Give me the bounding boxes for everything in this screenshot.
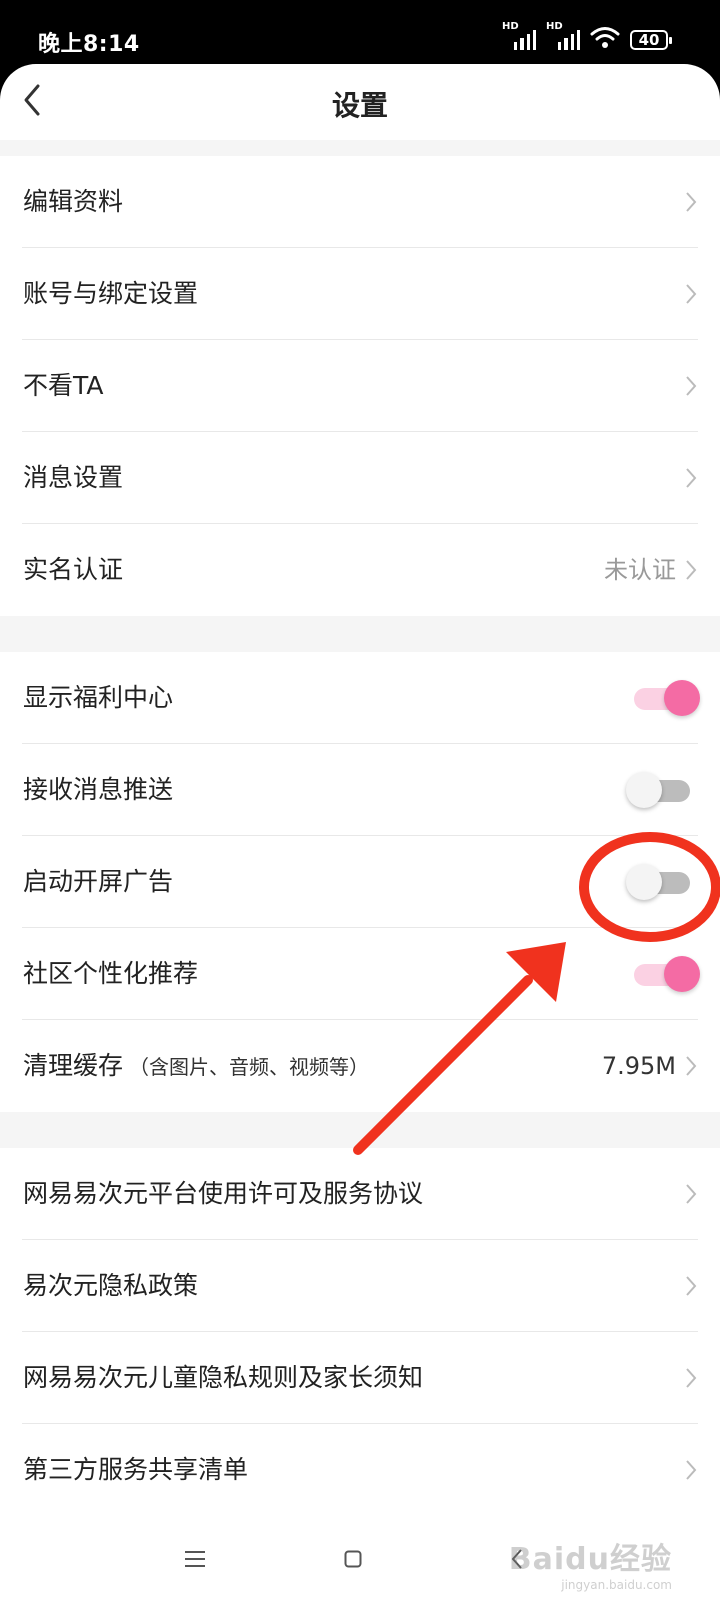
header: 设置 <box>0 64 720 140</box>
row-push-notifications: 接收消息推送 <box>0 744 720 836</box>
row-label: 编辑资料 <box>23 187 124 216</box>
push-notifications-toggle[interactable] <box>626 772 692 808</box>
row-splash-ads: 启动开屏广告 <box>0 836 720 928</box>
status-time: 晚上8:14 <box>38 32 140 57</box>
section-gap <box>0 1112 720 1148</box>
row-label: 不看TA <box>23 371 104 400</box>
signal-icon: HD <box>502 21 536 50</box>
system-nav-bar: Baidu经验 jingyan.baidu.com <box>0 1516 720 1600</box>
signal-icon-2: HD <box>546 21 580 50</box>
chevron-right-icon <box>686 1460 697 1480</box>
row-welfare-center: 显示福利中心 <box>0 652 720 744</box>
section-preferences: 显示福利中心 接收消息推送 启动开屏广告 社区个性化推荐 清理缓存 （含图片、音频… <box>0 652 720 1112</box>
row-label: 易次元隐私政策 <box>23 1271 199 1300</box>
row-label: 账号与绑定设置 <box>23 279 199 308</box>
welfare-center-toggle[interactable] <box>634 680 700 716</box>
row-block-user[interactable]: 不看TA <box>0 340 720 432</box>
chevron-right-icon <box>686 560 697 580</box>
chevron-right-icon <box>686 376 697 396</box>
cache-size: 7.95M <box>601 1052 676 1080</box>
watermark-url: jingyan.baidu.com <box>561 1578 672 1592</box>
row-personalized-recommendation: 社区个性化推荐 <box>0 928 720 1020</box>
section-account: 编辑资料 账号与绑定设置 不看TA 消息设置 实名认证 未认证 <box>0 156 720 616</box>
section-gap <box>0 616 720 652</box>
baidu-watermark: Baidu经验 jingyan.baidu.com <box>509 1534 672 1592</box>
row-label: 消息设置 <box>23 463 124 492</box>
row-label: 社区个性化推荐 <box>23 959 199 988</box>
chevron-right-icon <box>686 1184 697 1204</box>
verification-status: 未认证 <box>604 556 676 584</box>
row-privacy-policy[interactable]: 易次元隐私政策 <box>0 1240 720 1332</box>
row-label: 清理缓存 （含图片、音频、视频等） <box>23 1051 370 1080</box>
row-clear-cache[interactable]: 清理缓存 （含图片、音频、视频等） 7.95M <box>0 1020 720 1112</box>
section-gap <box>0 140 720 156</box>
row-sublabel: （含图片、音频、视频等） <box>129 1055 370 1079</box>
row-label: 第三方服务共享清单 <box>23 1455 249 1484</box>
personalized-recommendation-toggle[interactable] <box>634 956 700 992</box>
row-real-name[interactable]: 实名认证 未认证 <box>0 524 720 616</box>
chevron-right-icon <box>686 468 697 488</box>
row-child-privacy[interactable]: 网易易次元儿童隐私规则及家长须知 <box>0 1332 720 1424</box>
row-message-settings[interactable]: 消息设置 <box>0 432 720 524</box>
status-icons: HD HD 40 <box>502 21 672 50</box>
chevron-right-icon <box>686 1056 697 1076</box>
menu-icon[interactable] <box>184 1550 206 1568</box>
row-label: 网易易次元平台使用许可及服务协议 <box>23 1179 424 1208</box>
row-third-party-list[interactable]: 第三方服务共享清单 <box>0 1424 720 1516</box>
chevron-right-icon <box>686 192 697 212</box>
chevron-right-icon <box>686 1276 697 1296</box>
status-bar: 晚上8:14 HD HD 40 <box>0 0 720 74</box>
row-label: 显示福利中心 <box>23 683 174 712</box>
chevron-right-icon <box>686 284 697 304</box>
row-label: 网易易次元儿童隐私规则及家长须知 <box>23 1363 424 1392</box>
page-title: 设置 <box>331 89 388 122</box>
watermark-brand: Baidu经验 <box>508 1542 672 1577</box>
wifi-icon <box>590 27 620 48</box>
row-label: 启动开屏广告 <box>23 867 174 896</box>
section-legal: 网易易次元平台使用许可及服务协议 易次元隐私政策 网易易次元儿童隐私规则及家长须… <box>0 1148 720 1516</box>
home-icon[interactable] <box>344 1550 362 1568</box>
row-label: 接收消息推送 <box>23 775 174 804</box>
row-edit-profile[interactable]: 编辑资料 <box>0 156 720 248</box>
splash-ads-toggle[interactable] <box>626 864 692 900</box>
row-label: 实名认证 <box>23 555 124 584</box>
settings-page: 设置 编辑资料 账号与绑定设置 不看TA 消息设置 实名认证 未认证 显示福利中… <box>0 64 720 1600</box>
battery-icon: 40 <box>630 30 672 50</box>
row-service-agreement[interactable]: 网易易次元平台使用许可及服务协议 <box>0 1148 720 1240</box>
row-account-binding[interactable]: 账号与绑定设置 <box>0 248 720 340</box>
chevron-right-icon <box>686 1368 697 1388</box>
